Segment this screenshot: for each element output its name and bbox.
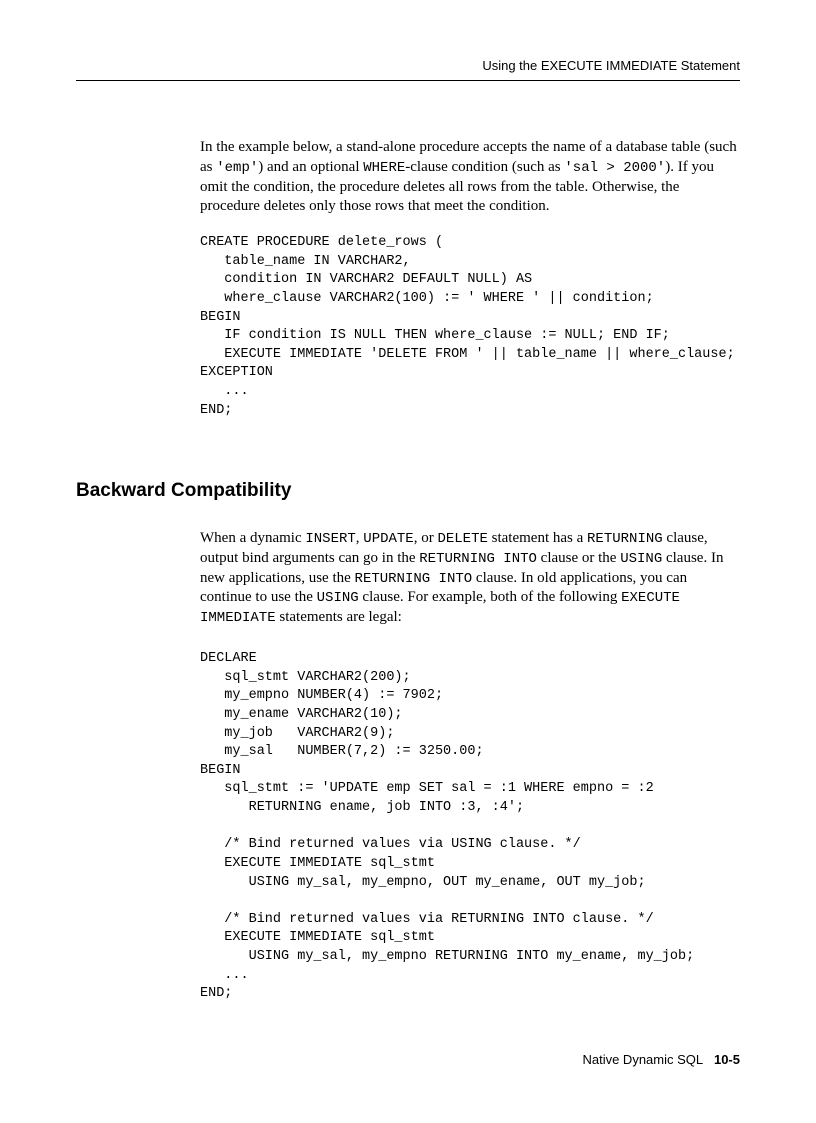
header-rule <box>76 80 740 81</box>
inline-code: DELETE <box>437 531 487 547</box>
inline-code: 'sal > 2000' <box>564 160 665 176</box>
paragraph-backward: When a dynamic INSERT, UPDATE, or DELETE… <box>200 514 740 643</box>
running-head: Using the EXECUTE IMMEDIATE Statement <box>482 58 740 73</box>
text: ) and an optional <box>258 159 363 175</box>
body-column: In the example below, a stand-alone proc… <box>200 138 740 223</box>
page: Using the EXECUTE IMMEDIATE Statement In… <box>0 0 816 1123</box>
footer-section: Native Dynamic SQL <box>582 1052 703 1067</box>
footer-page-number: 10-5 <box>714 1052 740 1067</box>
heading-backward-compatibility: Backward Compatibility <box>76 480 291 502</box>
footer: Native Dynamic SQL 10-5 <box>582 1052 740 1067</box>
inline-code: WHERE <box>363 160 405 176</box>
paragraph-intro: In the example below, a stand-alone proc… <box>200 138 740 217</box>
text: -clause condition (such as <box>405 159 564 175</box>
code-block-delete-rows: CREATE PROCEDURE delete_rows ( table_nam… <box>200 234 735 420</box>
text: statements are legal: <box>276 609 402 625</box>
text: statement has a <box>488 530 587 546</box>
text: When a dynamic <box>200 530 305 546</box>
text: , or <box>414 530 438 546</box>
paragraph: When a dynamic INSERT, UPDATE, or DELETE… <box>200 529 740 628</box>
inline-code: RETURNING INTO <box>419 551 537 567</box>
inline-code: RETURNING <box>587 531 663 547</box>
code-block-returning: DECLARE sql_stmt VARCHAR2(200); my_empno… <box>200 650 694 1004</box>
inline-code: INSERT <box>305 531 355 547</box>
inline-code: RETURNING INTO <box>355 571 473 587</box>
inline-code: UPDATE <box>363 531 413 547</box>
inline-code: USING <box>620 551 662 567</box>
text: clause or the <box>537 550 620 566</box>
inline-code: 'emp' <box>216 160 258 176</box>
text: clause. For example, both of the followi… <box>359 589 621 605</box>
inline-code: USING <box>317 590 359 606</box>
